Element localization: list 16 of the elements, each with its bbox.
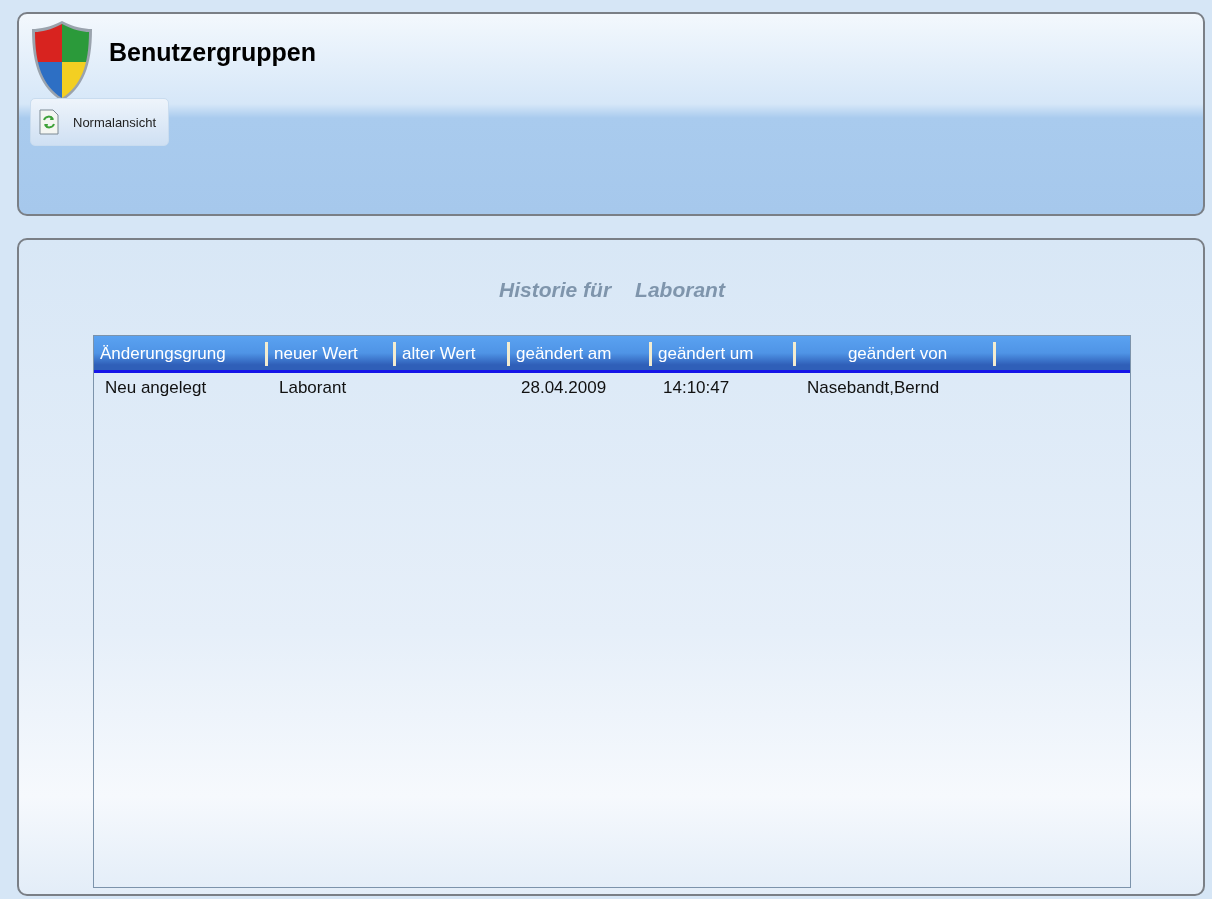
- table-cell-text: 14:10:47: [662, 377, 731, 398]
- refresh-document-icon: [39, 109, 59, 135]
- history-subject: Laborant: [635, 278, 725, 302]
- history-title: Historie für: [499, 278, 612, 302]
- column-header[interactable]: neuer Wert: [268, 342, 396, 366]
- page-title: Benutzergruppen: [109, 38, 316, 67]
- column-header[interactable]: alter Wert: [396, 342, 510, 366]
- table-cell-text: 28.04.2009: [520, 377, 608, 398]
- table-cell-text: Neu angelegt: [104, 377, 208, 398]
- normal-view-button[interactable]: Normalansicht: [30, 98, 170, 146]
- column-header[interactable]: geändert um: [652, 342, 796, 366]
- table-cell-text: Laborant: [278, 377, 348, 398]
- table-cell-text: Nasebandt,Bernd: [806, 377, 941, 398]
- column-header[interactable]: Änderungsgrung: [94, 342, 268, 366]
- column-header[interactable]: geändert von: [796, 342, 996, 366]
- column-header[interactable]: geändert am: [510, 342, 652, 366]
